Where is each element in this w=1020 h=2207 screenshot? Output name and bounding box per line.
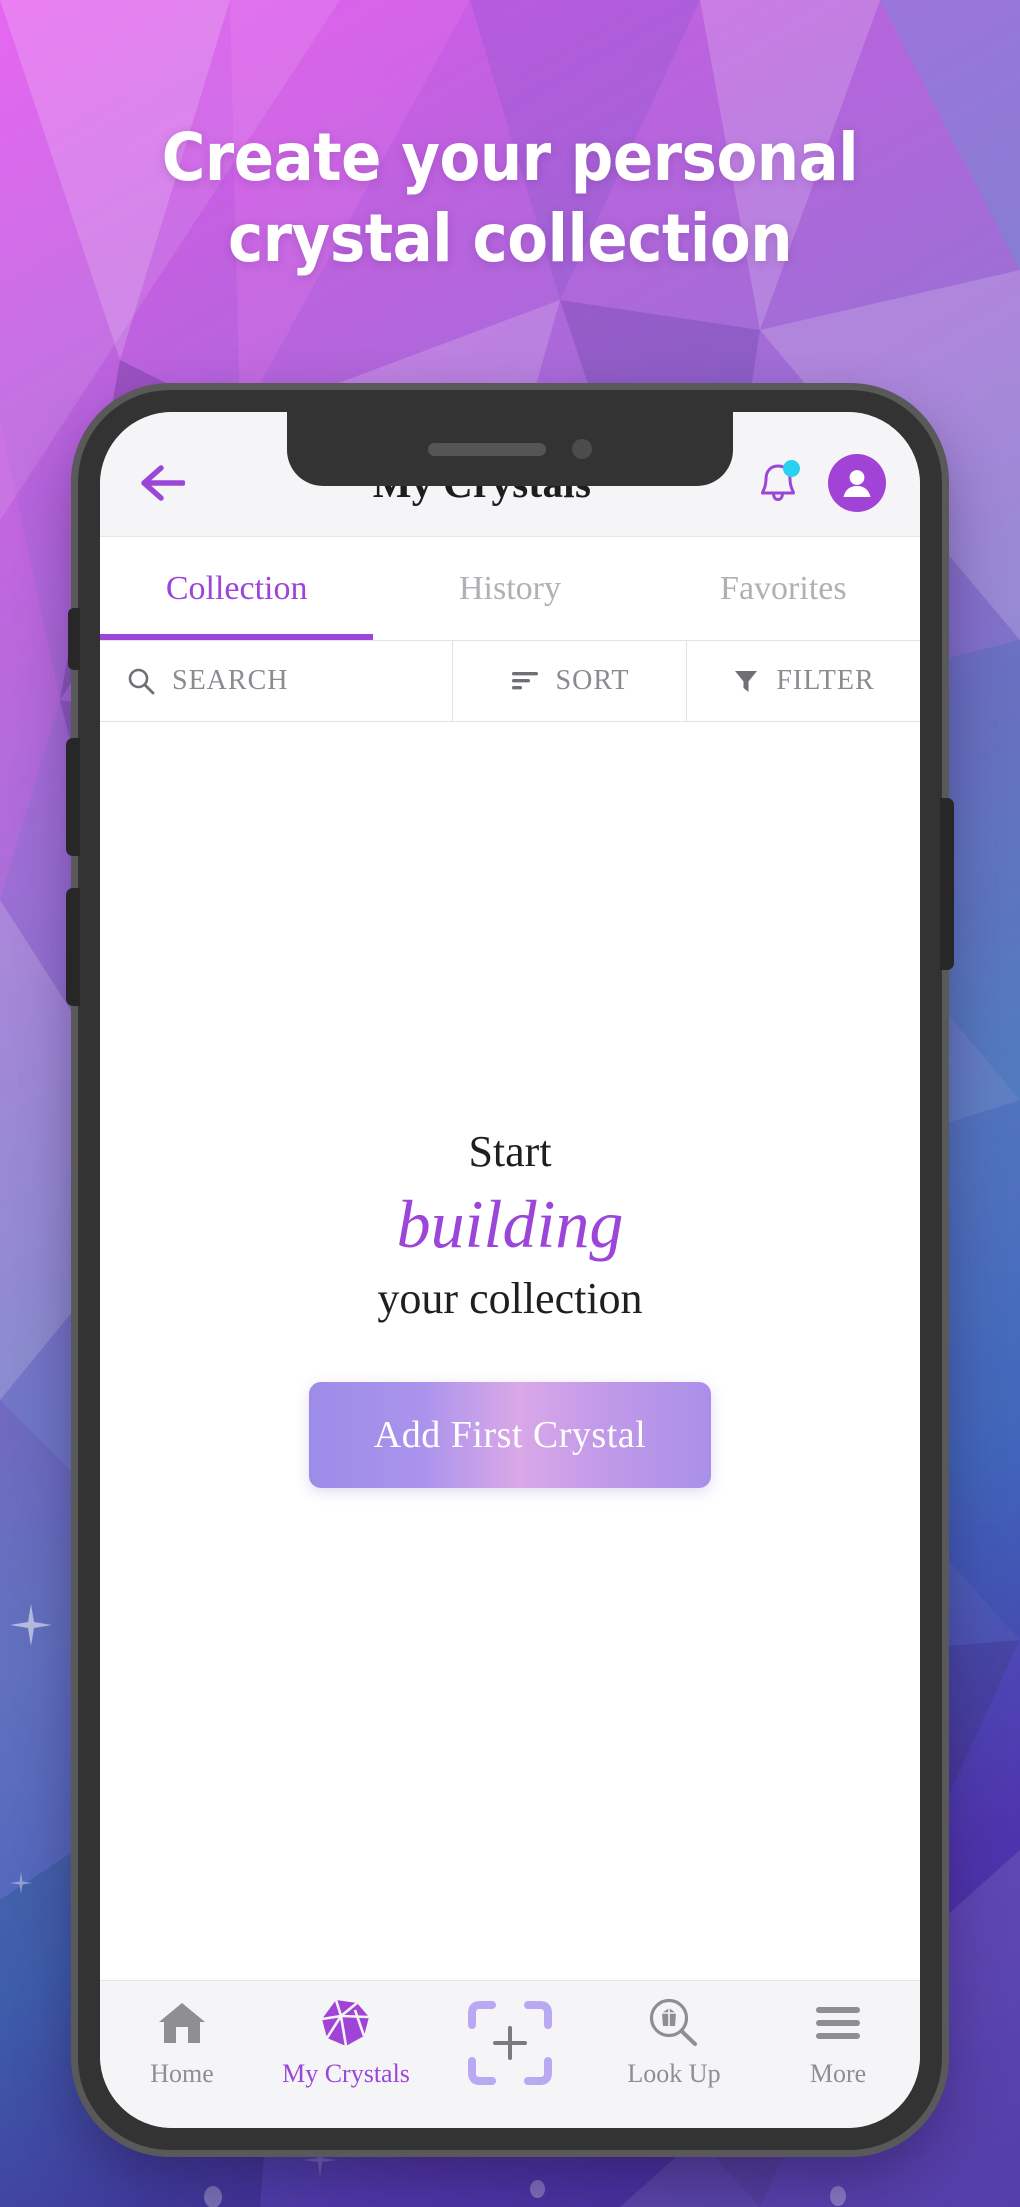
phone-mockup: My Crystals	[66, 390, 954, 2150]
nav-label: Home	[150, 2059, 214, 2088]
empty-state-accent: building	[396, 1185, 624, 1262]
search-placeholder-text: SEARCH	[172, 665, 289, 696]
magnifier-crystal-icon	[649, 1998, 697, 2046]
sort-button[interactable]: SORT	[452, 641, 686, 721]
search-icon	[128, 668, 155, 695]
tab-label: Favorites	[720, 569, 847, 607]
tab-favorites[interactable]: Favorites	[647, 537, 920, 640]
decorative-dot	[830, 2186, 846, 2206]
hero-headline: Create your personal crystal collection	[51, 118, 969, 279]
nav-icon-wrap	[813, 1995, 863, 2051]
tab-label: History	[458, 569, 561, 607]
nav-item-scan[interactable]: Scan	[428, 1995, 592, 2099]
nav-icon-wrap	[647, 1995, 701, 2051]
back-button[interactable]	[134, 455, 190, 511]
phone-power-button[interactable]	[940, 798, 954, 970]
avatar[interactable]	[828, 454, 886, 512]
bottom-navigation: Home My Crystals Look Up More	[100, 1980, 920, 2128]
header-actions	[754, 454, 886, 512]
scan-plus-icon	[468, 2001, 552, 2085]
gem-icon	[321, 1999, 370, 2047]
sort-label: SORT	[555, 665, 630, 696]
phone-volume-up-button[interactable]	[66, 738, 80, 856]
tab-history[interactable]: History	[373, 537, 646, 640]
filter-button[interactable]: FILTER	[686, 641, 920, 721]
nav-item-look-up[interactable]: Look Up	[592, 1995, 756, 2089]
phone-screen: My Crystals	[100, 412, 920, 2128]
empty-state-line-1: Start	[468, 1126, 552, 1176]
arrow-left-icon	[141, 465, 185, 501]
filter-label: FILTER	[776, 665, 875, 696]
nav-label: More	[809, 2059, 867, 2088]
search-input[interactable]: SEARCH	[100, 641, 452, 721]
nav-label: My Crystals	[282, 2059, 410, 2088]
headline-line-2: crystal collection	[227, 199, 793, 277]
hamburger-icon	[816, 2007, 860, 2039]
add-first-crystal-button[interactable]: Add First Crystal	[309, 1382, 711, 1489]
notification-badge-dot	[783, 460, 800, 477]
filter-icon	[735, 671, 758, 692]
earpiece-speaker	[428, 442, 546, 456]
phone-mute-button[interactable]	[68, 608, 80, 670]
front-camera-icon	[572, 439, 592, 459]
user-avatar-icon	[843, 470, 871, 497]
tab-label: Collection	[165, 569, 308, 607]
collection-empty-state: Start building your collection Add First…	[100, 722, 920, 1980]
sort-icon	[511, 672, 538, 690]
nav-label: Look Up	[627, 2059, 721, 2088]
phone-volume-down-button[interactable]	[66, 888, 80, 1006]
decorative-dot	[204, 2186, 222, 2207]
nav-icon-wrap	[319, 1995, 373, 2051]
headline-line-1: Create your personal	[161, 119, 859, 196]
notifications-button[interactable]	[754, 459, 802, 507]
home-icon	[159, 2003, 205, 2043]
nav-icon-wrap	[157, 1995, 207, 2051]
empty-state-line-2: your collection	[377, 1274, 643, 1324]
decorative-dot	[530, 2180, 545, 2198]
promo-screenshot: Create your personal crystal collection …	[0, 0, 1020, 2207]
nav-icon-wrap	[462, 1995, 558, 2091]
nav-item-more[interactable]: More	[756, 1995, 920, 2089]
nav-item-home[interactable]: Home	[100, 1995, 264, 2089]
tab-bar: Collection History Favorites	[100, 536, 920, 640]
nav-item-my-crystals[interactable]: My Crystals	[264, 1995, 428, 2089]
phone-notch	[287, 412, 733, 486]
tab-collection[interactable]: Collection	[100, 537, 374, 640]
toolbar: SEARCH SORT FILTER	[100, 640, 920, 722]
